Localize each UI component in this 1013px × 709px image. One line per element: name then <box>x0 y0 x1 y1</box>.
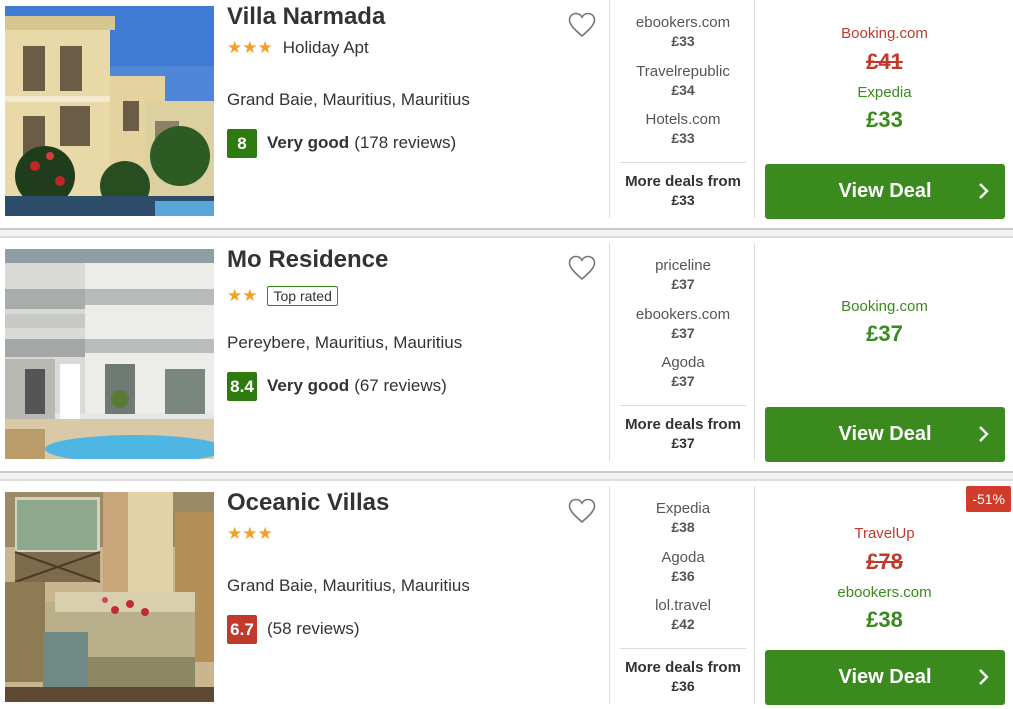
original-provider: Booking.com <box>841 25 928 42</box>
more-deals-label: More deals from <box>625 416 741 433</box>
view-deal-button[interactable]: View Deal <box>765 407 1005 462</box>
deal-price: £37 <box>671 276 695 292</box>
view-deal-button[interactable]: View Deal <box>765 164 1005 219</box>
hotel-card: Mo Residence ★★ Top rated Pereybere, Mau… <box>0 243 1013 471</box>
more-deals-link[interactable]: More deals from £36 <box>620 648 746 695</box>
deal-provider: ebookers.com <box>635 14 731 31</box>
deal-provider: ebookers.com <box>635 306 731 323</box>
discount-badge: -51% <box>966 486 1011 512</box>
top-rated-badge: Top rated <box>267 286 338 306</box>
best-provider: Booking.com <box>841 298 928 315</box>
best-price-panel: Booking.com £41 Expedia £33 View Deal <box>756 0 1013 219</box>
chevron-right-icon <box>979 669 989 685</box>
more-deals-label: More deals from <box>625 173 741 190</box>
view-deal-button[interactable]: View Deal <box>765 650 1005 705</box>
deal-provider: Hotels.com <box>645 111 721 128</box>
hotel-location: Grand Baie, Mauritius, Mauritius <box>227 90 470 109</box>
more-deals-link[interactable]: More deals from £33 <box>620 162 746 209</box>
star-icon: ★★★ <box>227 524 273 543</box>
review-count[interactable]: (67 reviews) <box>354 376 447 396</box>
review-count[interactable]: (58 reviews) <box>267 619 360 639</box>
hotel-name[interactable]: Mo Residence <box>227 246 388 274</box>
deals-list: priceline £37 ebookers.com £37 Agoda £37… <box>609 243 755 461</box>
deal-provider: Agoda <box>661 354 705 371</box>
rating-word: Very good <box>267 376 350 395</box>
original-price: £41 <box>866 49 903 74</box>
deal-price: £33 <box>671 130 695 146</box>
deal-item[interactable]: priceline £37 <box>610 257 756 293</box>
deal-item[interactable]: Hotels.com £33 <box>610 111 756 147</box>
view-deal-label: View Deal <box>838 180 932 202</box>
deal-provider: lol.travel <box>655 597 711 614</box>
view-deal-label: View Deal <box>838 423 932 445</box>
deal-price: £37 <box>671 325 695 341</box>
best-price: £38 <box>866 607 903 632</box>
deals-list: ebookers.com £33 Travelrepublic £34 Hote… <box>609 0 755 218</box>
best-price-panel: Booking.com £37 View Deal <box>756 243 1013 462</box>
deal-item[interactable]: ebookers.com £37 <box>610 306 756 342</box>
favorite-heart-icon[interactable] <box>568 498 596 524</box>
best-provider: Expedia <box>857 84 912 101</box>
hotel-name[interactable]: Villa Narmada <box>227 3 385 31</box>
chevron-right-icon <box>979 426 989 442</box>
hotel-location: Grand Baie, Mauritius, Mauritius <box>227 576 470 595</box>
favorite-heart-icon[interactable] <box>568 255 596 281</box>
star-icon: ★★ <box>227 286 258 305</box>
deal-provider: Travelrepublic <box>636 63 730 80</box>
deal-item[interactable]: Agoda £36 <box>610 549 756 585</box>
best-price-panel: -51% TravelUp £78 ebookers.com £38 View … <box>756 486 1013 705</box>
hotel-card: Oceanic Villas ★★★ Grand Baie, Mauritius… <box>0 486 1013 709</box>
deal-item[interactable]: lol.travel £42 <box>610 597 756 633</box>
hotel-card: Villa Narmada ★★★ Holiday Apt Grand Baie… <box>0 0 1013 228</box>
deal-price: £34 <box>671 82 695 98</box>
rating-score-badge: 8 <box>227 128 257 158</box>
rating: 6.7 (58 reviews) <box>227 614 360 644</box>
deal-price: £38 <box>671 519 695 535</box>
chevron-right-icon <box>979 183 989 199</box>
rating-word: Very good <box>267 133 350 152</box>
hotel-class: ★★★ Holiday Apt <box>227 36 369 60</box>
deal-price: £36 <box>671 568 695 584</box>
hotel-class: ★★★ <box>227 522 273 546</box>
deal-item[interactable]: Expedia £38 <box>610 500 756 536</box>
best-price: £33 <box>866 107 903 132</box>
more-deals-price: £37 <box>671 435 695 451</box>
property-type: Holiday Apt <box>282 38 369 57</box>
rating-score-badge: 6.7 <box>227 614 257 644</box>
deal-price: £33 <box>671 33 695 49</box>
more-deals-label: More deals from <box>625 659 741 676</box>
more-deals-price: £33 <box>671 192 695 208</box>
card-divider <box>0 471 1013 481</box>
deal-provider: priceline <box>655 257 711 274</box>
deal-item[interactable]: ebookers.com £33 <box>610 14 756 50</box>
deal-provider: Agoda <box>661 549 705 566</box>
more-deals-link[interactable]: More deals from £37 <box>620 405 746 452</box>
more-deals-price: £36 <box>671 678 695 694</box>
hotel-class: ★★ Top rated <box>227 284 338 308</box>
card-divider <box>0 228 1013 238</box>
deal-price: £42 <box>671 616 695 632</box>
hotel-location: Pereybere, Mauritius, Mauritius <box>227 333 463 352</box>
hotel-photo[interactable] <box>5 492 214 702</box>
review-count[interactable]: (178 reviews) <box>354 133 456 153</box>
deal-provider: Expedia <box>655 500 711 517</box>
hotel-photo[interactable] <box>5 249 214 459</box>
original-price: £78 <box>866 549 903 574</box>
best-provider: ebookers.com <box>837 584 932 601</box>
original-provider: TravelUp <box>854 525 915 542</box>
best-price: £37 <box>866 321 903 346</box>
rating: 8.4 Very good (67 reviews) <box>227 371 447 401</box>
rating-score-badge: 8.4 <box>227 371 257 401</box>
deals-list: Expedia £38 Agoda £36 lol.travel £42 Mor… <box>609 486 755 704</box>
favorite-heart-icon[interactable] <box>568 12 596 38</box>
view-deal-label: View Deal <box>838 666 932 688</box>
hotel-photo[interactable] <box>5 6 214 216</box>
hotel-name[interactable]: Oceanic Villas <box>227 489 389 517</box>
rating: 8 Very good (178 reviews) <box>227 128 456 158</box>
deal-price: £37 <box>671 373 695 389</box>
deal-item[interactable]: Agoda £37 <box>610 354 756 390</box>
star-icon: ★★★ <box>227 38 273 57</box>
deal-item[interactable]: Travelrepublic £34 <box>610 63 756 99</box>
